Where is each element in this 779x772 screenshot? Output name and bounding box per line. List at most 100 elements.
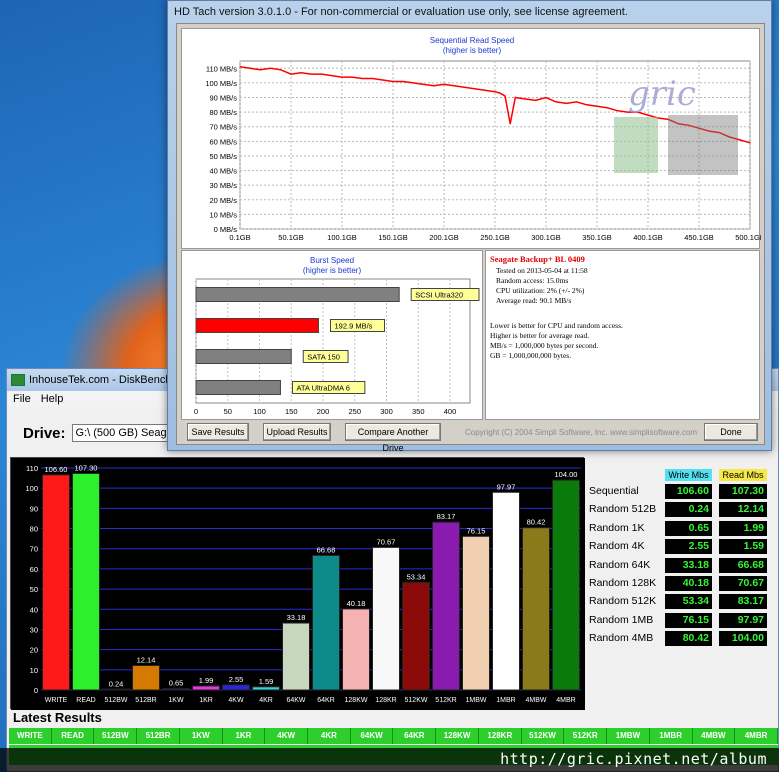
result-read-value: 83.17	[719, 594, 767, 610]
result-write-value: 0.24	[665, 502, 712, 518]
burst-bar-label: SATA 150	[307, 353, 340, 362]
x-tick-label: 1MBW	[466, 697, 487, 704]
done-button[interactable]: Done	[704, 423, 758, 441]
bar-value-label: 106.60	[45, 465, 68, 474]
bar-read	[72, 472, 100, 691]
seq-y-tick-label: 60 MB/s	[209, 137, 237, 146]
bar-value-label: 70.67	[377, 537, 396, 546]
menu-help[interactable]: Help	[41, 393, 64, 405]
result-label: Random 512K	[589, 595, 657, 608]
x-tick-label: 64KR	[317, 697, 335, 704]
burst-bar-label: 192.9 MB/s	[334, 322, 372, 331]
bar-1mbw	[462, 535, 490, 691]
result-read-value: 107.30	[719, 484, 767, 499]
latest-column-header: 4MBW	[692, 728, 736, 744]
bar-64kw	[282, 622, 310, 691]
seq-data-point	[749, 142, 751, 144]
bar-value-label: 40.18	[347, 599, 366, 608]
x-tick-label: 64KW	[286, 697, 305, 704]
y-tick-label: 80	[30, 525, 38, 534]
x-tick-label: 128KR	[375, 697, 396, 704]
seq-x-tick-label: 0.1GB	[229, 233, 250, 242]
average-read: Average read: 90.1 MB/s	[496, 296, 572, 305]
y-tick-label: 60	[30, 565, 38, 574]
result-label: Random 512B	[589, 503, 657, 516]
watermark-url-strip: http://gric.pixnet.net/album	[0, 748, 779, 772]
bar-value-label: 107.30	[75, 463, 98, 472]
note-gb: GB = 1,000,000,000 bytes.	[490, 351, 572, 360]
result-read-value: 97.97	[719, 612, 767, 628]
sequential-read-chart: Sequential Read Speed (higher is better)…	[181, 28, 761, 249]
bar-value-label: 0.24	[109, 680, 124, 689]
seq-x-tick-label: 200.1GB	[429, 233, 459, 242]
seq-y-tick-label: 100 MB/s	[205, 79, 237, 88]
seq-data-point	[499, 92, 501, 94]
bar-value-label: 33.18	[287, 613, 306, 622]
result-write-value: 76.15	[665, 612, 712, 628]
bar-value-label: 97.97	[497, 482, 516, 491]
seq-data-point	[484, 89, 486, 91]
bar-value-label: 83.17	[437, 512, 456, 521]
latest-column-header: 4KR	[308, 728, 351, 744]
drive-info-panel: Seagate Backup+ BL 0409 Tested on 2013-0…	[485, 250, 760, 420]
compare-drive-button[interactable]: Compare Another Drive	[345, 423, 441, 453]
write-header: Write Mbs	[665, 469, 712, 481]
seq-data-point	[351, 76, 353, 78]
upload-results-button[interactable]: Upload Results	[263, 423, 331, 441]
note-higher-better: Higher is better for average read.	[490, 331, 590, 340]
burst-chart-svg: Burst Speed (higher is better) 0 50 100 150…	[194, 256, 480, 416]
seq-x-tick-label: 250.1GB	[480, 233, 510, 242]
bar-4mbw	[522, 527, 550, 691]
menu-file[interactable]: File	[13, 393, 31, 405]
seq-x-tick-label: 300.1GB	[531, 233, 561, 242]
seq-data-point	[382, 79, 384, 81]
seq-x-tick-label: 400.1GB	[633, 233, 663, 242]
x-tick-label: 512KR	[435, 697, 456, 704]
result-row: Random 512K 53.34 83.17	[585, 593, 777, 611]
benchmark-chart-svg: 0 10 20 30 40 50 60 70 80 90 100 110 106.60 WRITE 107.…	[11, 458, 585, 710]
seq-data-point	[361, 77, 363, 80]
burst-bar	[195, 380, 281, 395]
y-tick-label: 110	[26, 464, 38, 473]
burst-x-tick-label: 400	[444, 407, 457, 416]
burst-x-tick-label: 100	[253, 407, 266, 416]
burst-x-tick-label: 350	[412, 407, 425, 416]
seq-x-tick-label: 150.1GB	[378, 233, 408, 242]
result-write-value: 53.34	[665, 594, 712, 610]
seq-x-tick-label: 450.1GB	[684, 233, 714, 242]
burst-x-tick-label: 250	[348, 407, 361, 416]
seq-data-point	[300, 72, 302, 74]
burst-chart-title: Burst Speed	[310, 256, 354, 265]
seq-data-point	[392, 80, 394, 83]
note-lower-better: Lower is better for CPU and random acces…	[490, 321, 623, 330]
latest-results-header-row: WRITE READ 512BW 512BR 1KW 1KR 4KW 4KR 64KW 64KR 1…	[9, 728, 778, 744]
y-tick-label: 100	[25, 484, 38, 493]
latest-column-header: 4KW	[265, 728, 309, 744]
seq-data-point	[422, 83, 425, 85]
seq-data-point	[269, 67, 272, 69]
seq-y-tick-label: 90 MB/s	[209, 94, 237, 103]
seq-data-point	[320, 73, 323, 75]
latest-column-header: 4MBR	[735, 728, 778, 744]
bar-64kr	[312, 554, 340, 691]
x-tick-label: 128KW	[345, 697, 368, 704]
seq-x-tick-label: 350.1GB	[582, 233, 612, 242]
bar-4kw	[222, 684, 250, 691]
y-tick-label: 30	[30, 625, 38, 634]
seq-data-point	[606, 107, 608, 109]
latest-column-header: 1KW	[179, 728, 223, 744]
seq-data-point	[453, 85, 455, 87]
result-row: Random 4K 2.55 1.59	[585, 538, 777, 556]
seq-data-point	[310, 73, 312, 75]
svg-text:gric: gric	[628, 74, 696, 114]
seq-y-tick-label: 110 MB/s	[206, 64, 237, 73]
result-row: Random 64K 33.18 66.68	[585, 557, 777, 575]
seq-data-point	[596, 105, 598, 107]
burst-bar-label: SCSI Ultra320	[415, 291, 463, 300]
burst-bar-label: ATA UltraDMA 6	[296, 384, 350, 393]
seq-data-point	[443, 83, 445, 85]
result-row: Random 128K 40.18 70.67	[585, 575, 777, 593]
save-results-button[interactable]: Save Results	[187, 423, 249, 441]
latest-column-header: 512BW	[94, 728, 138, 744]
seq-chart-title: Sequential Read Speed	[430, 36, 515, 45]
